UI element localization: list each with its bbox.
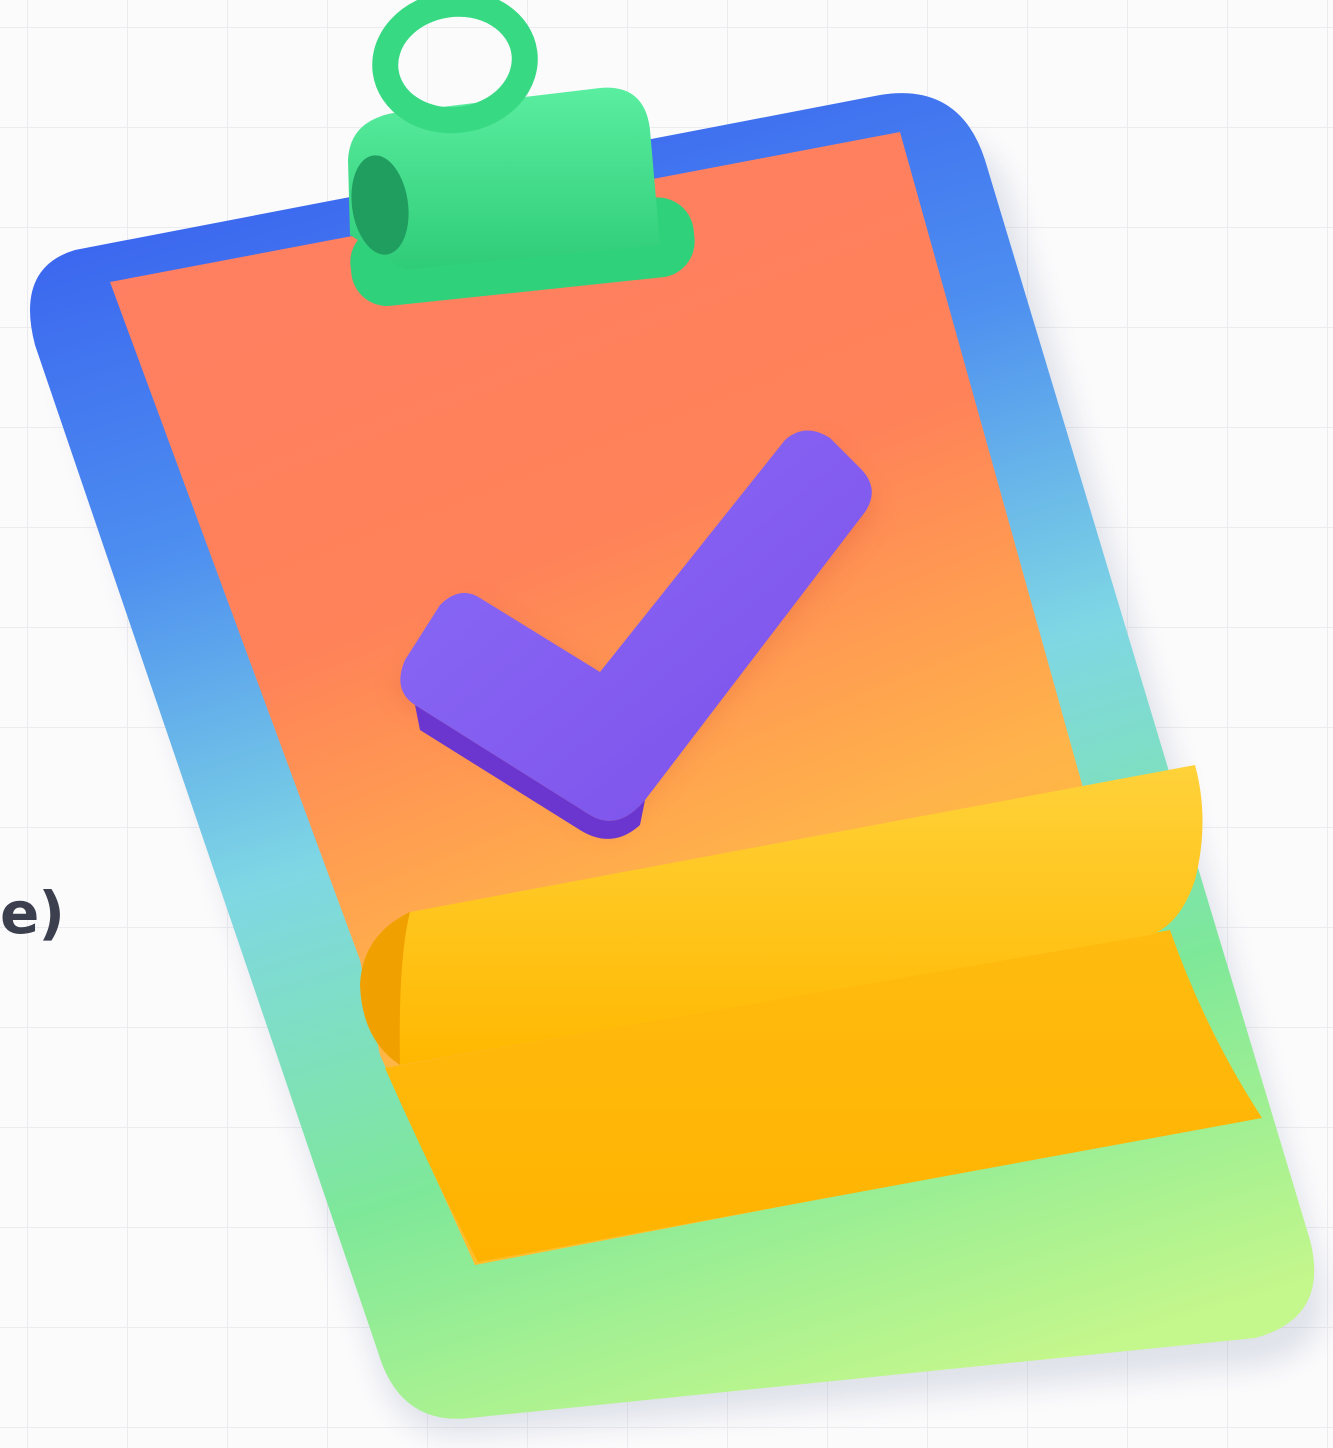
clip-ring: [372, 0, 538, 134]
clipboard-checkmark-illustration: [30, 0, 1325, 1436]
